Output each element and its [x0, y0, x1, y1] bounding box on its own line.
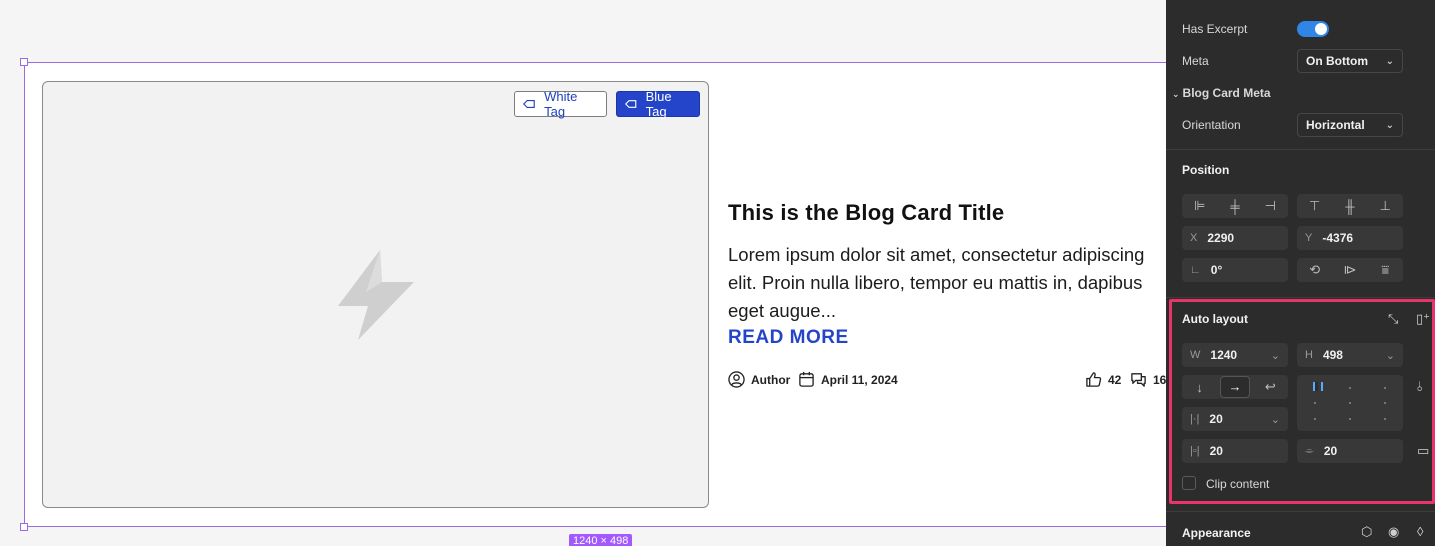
variable-mode-icon[interactable]: ⬡	[1361, 524, 1372, 540]
y-position-field[interactable]: Y -4376	[1297, 226, 1403, 250]
resize-handle-top-left[interactable]	[20, 58, 28, 66]
has-excerpt-toggle[interactable]	[1297, 21, 1329, 37]
comments-count: 16	[1153, 372, 1166, 387]
likes-count: 42	[1108, 372, 1122, 387]
x-position-field[interactable]: X 2290	[1182, 226, 1288, 250]
card-excerpt: Lorem ipsum dolor sit amet, consectetur …	[728, 244, 1145, 321]
meta-label: Meta	[1182, 54, 1209, 68]
drop-icon[interactable]: ◊	[1417, 524, 1423, 539]
resize-handle-bottom-left[interactable]	[20, 523, 28, 531]
auto-layout-highlight	[1169, 299, 1435, 504]
design-canvas[interactable]: 1240 × 498 White Tag Blue Tag This is th…	[0, 0, 1166, 546]
comments-icon	[1131, 373, 1146, 387]
align-top-icon[interactable]: ⊤	[1300, 198, 1330, 214]
meta-date: April 11, 2024	[798, 371, 898, 388]
align-left-icon[interactable]: ⊫	[1185, 198, 1215, 214]
rotation-icon: ∟	[1190, 264, 1201, 276]
tag-icon	[625, 100, 637, 108]
meta-comments[interactable]: 16	[1130, 371, 1166, 388]
orientation-select[interactable]: Horizontal ⌄	[1297, 113, 1403, 137]
lightning-placeholder-icon	[338, 250, 414, 340]
blog-card-meta-section[interactable]: ⌄ Blog Card Meta	[1172, 86, 1271, 100]
white-tag[interactable]: White Tag	[514, 89, 607, 119]
thumbs-up-icon	[1086, 372, 1102, 387]
meta-select[interactable]: On Bottom ⌄	[1297, 49, 1403, 73]
flip-vertical-icon[interactable]: ⩸	[1370, 262, 1400, 278]
tag-icon	[523, 99, 535, 109]
x-prefix: X	[1190, 232, 1198, 244]
y-value: -4376	[1322, 231, 1354, 245]
divider	[1166, 511, 1435, 512]
meta-likes[interactable]: 42	[1085, 371, 1121, 388]
y-prefix: Y	[1305, 232, 1313, 244]
align-bottom-icon[interactable]: ⊥	[1370, 198, 1400, 214]
chevron-down-icon: ⌄	[1172, 89, 1180, 99]
divider	[1166, 149, 1435, 150]
transform-group: ⟲ ⧐ ⩸	[1297, 258, 1403, 282]
appearance-heading: Appearance	[1182, 526, 1251, 540]
align-right-icon[interactable]: ⊣	[1255, 198, 1285, 214]
rotation-value: 0°	[1210, 263, 1223, 277]
white-tag-label: White Tag	[544, 89, 578, 119]
post-date: April 11, 2024	[821, 372, 898, 387]
orientation-label: Orientation	[1182, 118, 1241, 132]
has-excerpt-label: Has Excerpt	[1182, 22, 1248, 36]
rotation-field[interactable]: ∟ 0°	[1182, 258, 1288, 282]
chevron-down-icon: ⌄	[1385, 55, 1394, 67]
align-center-h-icon[interactable]: ╪	[1220, 199, 1250, 214]
card-title: This is the Blog Card Title	[728, 200, 1005, 225]
flip-horizontal-icon[interactable]: ⧐	[1335, 262, 1365, 278]
x-value: 2290	[1207, 231, 1235, 245]
read-more-link[interactable]: READ MORE	[728, 327, 849, 349]
user-icon	[728, 371, 745, 388]
rotate-icon[interactable]: ⟲	[1300, 262, 1330, 278]
position-heading: Position	[1182, 163, 1230, 177]
align-center-v-icon[interactable]: ╫	[1335, 199, 1365, 214]
meta-author: Author	[728, 371, 790, 388]
chevron-down-icon: ⌄	[1385, 119, 1394, 131]
calendar-icon	[799, 371, 814, 387]
blue-tag-label: Blue Tag	[645, 89, 672, 119]
horizontal-align-group: ⊫ ╪ ⊣	[1182, 194, 1288, 218]
blog-card-meta-heading: Blog Card Meta	[1182, 86, 1271, 100]
frame-size-badge: 1240 × 498	[569, 534, 633, 546]
meta-select-value: On Bottom	[1306, 54, 1368, 68]
orientation-select-value: Horizontal	[1306, 118, 1365, 132]
eye-icon[interactable]: ◉	[1388, 524, 1399, 540]
divider	[1166, 297, 1435, 298]
blue-tag[interactable]: Blue Tag	[616, 89, 700, 119]
author-name: Author	[751, 372, 791, 387]
vertical-align-group: ⊤ ╫ ⊥	[1297, 194, 1403, 218]
